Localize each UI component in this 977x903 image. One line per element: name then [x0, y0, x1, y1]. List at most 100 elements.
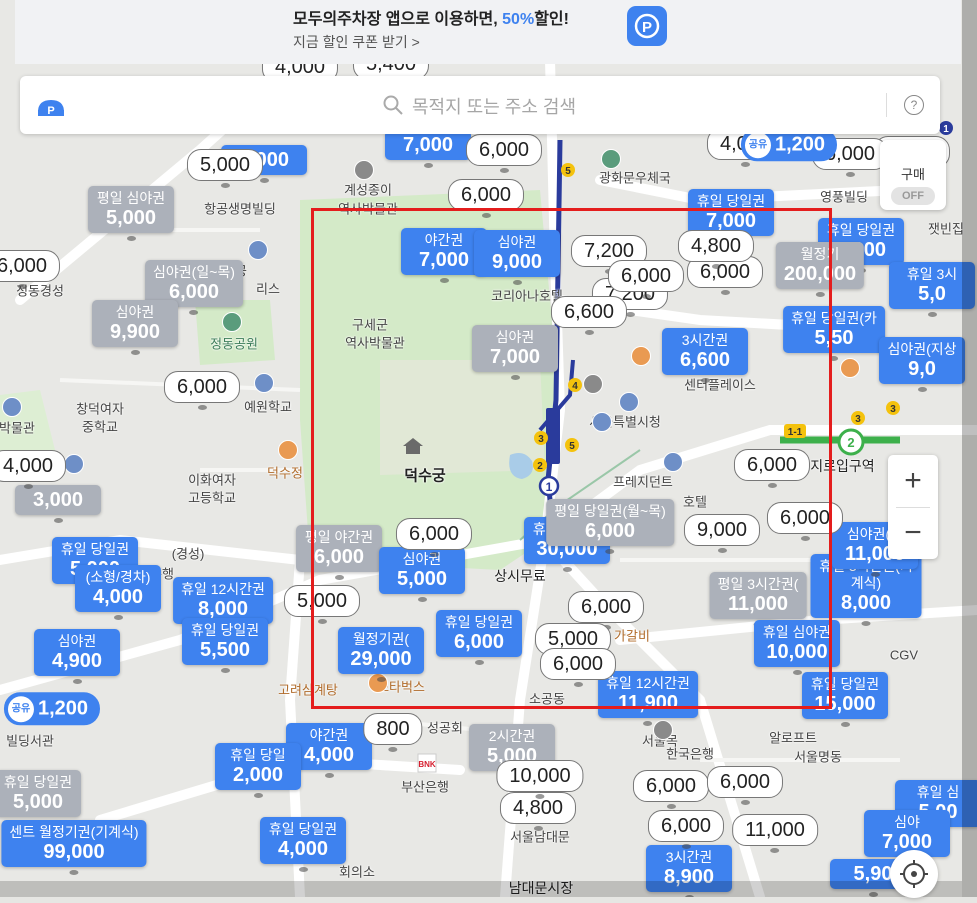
- poi-icon[interactable]: [254, 373, 274, 393]
- poi-icon[interactable]: [601, 149, 621, 169]
- parking-lot-marker[interactable]: 3,000: [15, 485, 101, 523]
- parking-lot-marker[interactable]: (소형/경차) 4,000: [75, 565, 161, 620]
- parking-lot-marker[interactable]: 휴일 당일권(카 5,50: [783, 306, 885, 361]
- parking-lot-marker[interactable]: 심야권 9,000: [474, 230, 560, 285]
- parking-lot-marker[interactable]: 7,000: [385, 130, 471, 168]
- poi-icon[interactable]: [663, 452, 683, 472]
- price-pin[interactable]: 6,000: [447, 179, 525, 218]
- parking-lot-marker[interactable]: 심야권 4,900: [34, 629, 120, 684]
- parking-lot-marker[interactable]: 심야권 7,000: [472, 325, 558, 380]
- search-input[interactable]: 목적지 또는 주소 검색: [412, 93, 576, 119]
- marker-price: 4,000: [303, 744, 355, 766]
- search-bar[interactable]: P 목적지 또는 주소 검색 ?: [20, 76, 940, 134]
- parking-lot-marker[interactable]: 센트 월정기권(기계식) 99,000: [1, 820, 147, 875]
- shared-parking-marker[interactable]: 공유 1,200: [3, 692, 101, 725]
- poi-icon[interactable]: [653, 720, 673, 740]
- poi-icon[interactable]: [840, 358, 860, 378]
- parking-lot-marker[interactable]: 휴일 당일 2,000: [215, 743, 301, 798]
- parking-lot-marker[interactable]: 휴일 당일권 4,000: [260, 817, 346, 872]
- marker-price: 4,000: [277, 838, 329, 860]
- promo-banner[interactable]: 모두의주차장 앱으로 이용하면, 50%할인! 지금 할인 쿠폰 받기 > P: [15, 0, 961, 64]
- parking-lot-marker[interactable]: 월정기 200,000: [775, 242, 865, 297]
- parking-lot-marker[interactable]: 심야권 5,000: [379, 547, 465, 602]
- jeongdong-park: [195, 300, 275, 365]
- place-label: 정동공원: [210, 336, 258, 352]
- price-pin[interactable]: 5,000: [283, 585, 361, 624]
- parking-lot-marker[interactable]: 휴일 당일권6,000: [436, 610, 522, 665]
- price-pin[interactable]: 9,000: [683, 514, 761, 553]
- parking-lot-marker[interactable]: 휴일 당일권 5,500: [182, 618, 268, 673]
- marker-ticket-type: 휴일 당일권: [268, 821, 338, 837]
- place-label: 덕수정: [267, 465, 303, 481]
- price-pin[interactable]: 6,000: [766, 502, 844, 541]
- map-view[interactable]: 1 2 3 5 4 2 5 3 3 1-1 1 BNK 덕수궁 구세군 역사박물관 정…: [0, 0, 977, 897]
- marker-price: 6,000: [584, 520, 636, 542]
- poi-icon[interactable]: [222, 312, 242, 332]
- price-pin[interactable]: 11,000: [732, 814, 818, 853]
- poi-icon[interactable]: [278, 440, 298, 460]
- poi-icon[interactable]: [2, 397, 22, 417]
- price-pin[interactable]: 6,000: [395, 518, 473, 557]
- parking-lot-marker[interactable]: 3시간권 6,600: [662, 328, 748, 383]
- price-pin[interactable]: 4,800: [677, 230, 755, 269]
- share-badge: 공유: [7, 696, 34, 722]
- parking-lot-marker[interactable]: 심야권(지상 9,0: [879, 337, 965, 392]
- marker-price: 5,50: [814, 327, 854, 349]
- marker-price: 9,0: [908, 358, 936, 380]
- svg-text:1-1: 1-1: [788, 427, 803, 438]
- price-pin[interactable]: 5,000: [186, 149, 264, 188]
- parking-lot-marker[interactable]: 휴일 당일권 15,000: [802, 672, 888, 727]
- place-label: 소공동: [529, 691, 565, 707]
- poi-icon[interactable]: [619, 392, 639, 412]
- price-pin[interactable]: 6,000: [647, 810, 725, 849]
- parking-lot-marker[interactable]: 휴일 12시간권 11,900: [598, 671, 698, 726]
- zoom-out-icon[interactable]: −: [888, 507, 938, 559]
- marker-ticket-type: 심야권: [57, 633, 97, 649]
- search-icon: [383, 95, 403, 115]
- help-icon[interactable]: ?: [904, 95, 924, 115]
- marker-price: 4,000: [92, 586, 144, 608]
- price-pin[interactable]: 6,000: [465, 134, 543, 173]
- poi-icon[interactable]: [248, 240, 268, 260]
- price-pin[interactable]: 6,000: [163, 371, 241, 410]
- price-pin[interactable]: 800: [363, 713, 423, 752]
- price-pin[interactable]: 10,000: [496, 760, 584, 799]
- place-label: 빌딩서관: [6, 733, 54, 749]
- parking-lot-marker[interactable]: 평일 야간권 6,000: [296, 525, 382, 580]
- marker-ticket-type: 휴일 심야권: [762, 624, 832, 640]
- poi-icon[interactable]: [368, 673, 388, 693]
- price-pin[interactable]: 6,000: [539, 648, 617, 687]
- poi-icon[interactable]: [631, 346, 651, 366]
- parking-lot-marker[interactable]: 휴일 심야권 10,000: [754, 620, 840, 675]
- price-pin[interactable]: 6,600: [550, 296, 628, 335]
- price-pin[interactable]: 6,000: [567, 591, 645, 630]
- parking-lot-marker[interactable]: 평일 당일권(월~목) 6,000: [546, 499, 674, 554]
- price-pin[interactable]: 6,000: [0, 250, 61, 289]
- buy-label: 구매: [901, 167, 925, 182]
- bnk-marker: BNK: [417, 753, 437, 773]
- parking-lot-marker[interactable]: 휴일 당일권5,000: [0, 770, 81, 825]
- parking-lot-marker[interactable]: 평일 심야권 5,000: [88, 186, 174, 241]
- poi-icon[interactable]: [64, 454, 84, 474]
- poi-icon[interactable]: [583, 374, 603, 394]
- parking-lot-marker[interactable]: 휴일 12시간권 8,000: [173, 577, 273, 632]
- marker-price: 8,000: [840, 592, 892, 614]
- coupon-link[interactable]: 지금 할인 쿠폰 받기 >: [293, 32, 420, 52]
- price-pin[interactable]: 6,000: [706, 766, 784, 805]
- parking-lot-marker[interactable]: 평일 3시간권(11,000: [709, 572, 807, 627]
- price-pin[interactable]: 6,000: [632, 770, 710, 809]
- zoom-in-icon[interactable]: +: [888, 455, 938, 507]
- parking-lot-marker[interactable]: 월정기권(29,000: [338, 627, 424, 682]
- price-pin[interactable]: 6,000: [733, 449, 811, 488]
- parking-lot-marker[interactable]: 휴일 당일권 7,000: [688, 189, 774, 244]
- svg-text:2: 2: [537, 461, 543, 472]
- my-location-icon[interactable]: [890, 850, 938, 898]
- toggle-switch[interactable]: OFF: [891, 187, 935, 205]
- parking-lot-marker[interactable]: 심야권 9,900: [92, 300, 178, 355]
- price-pin[interactable]: 6,000: [607, 260, 685, 299]
- price-pin[interactable]: 4,000: [0, 450, 67, 489]
- poi-icon[interactable]: [354, 160, 374, 180]
- banner-title: 모두의주차장 앱으로 이용하면, 50%할인!: [293, 11, 569, 28]
- poi-icon[interactable]: [592, 412, 612, 432]
- buy-filter-toggle[interactable]: 구매 OFF: [880, 140, 946, 210]
